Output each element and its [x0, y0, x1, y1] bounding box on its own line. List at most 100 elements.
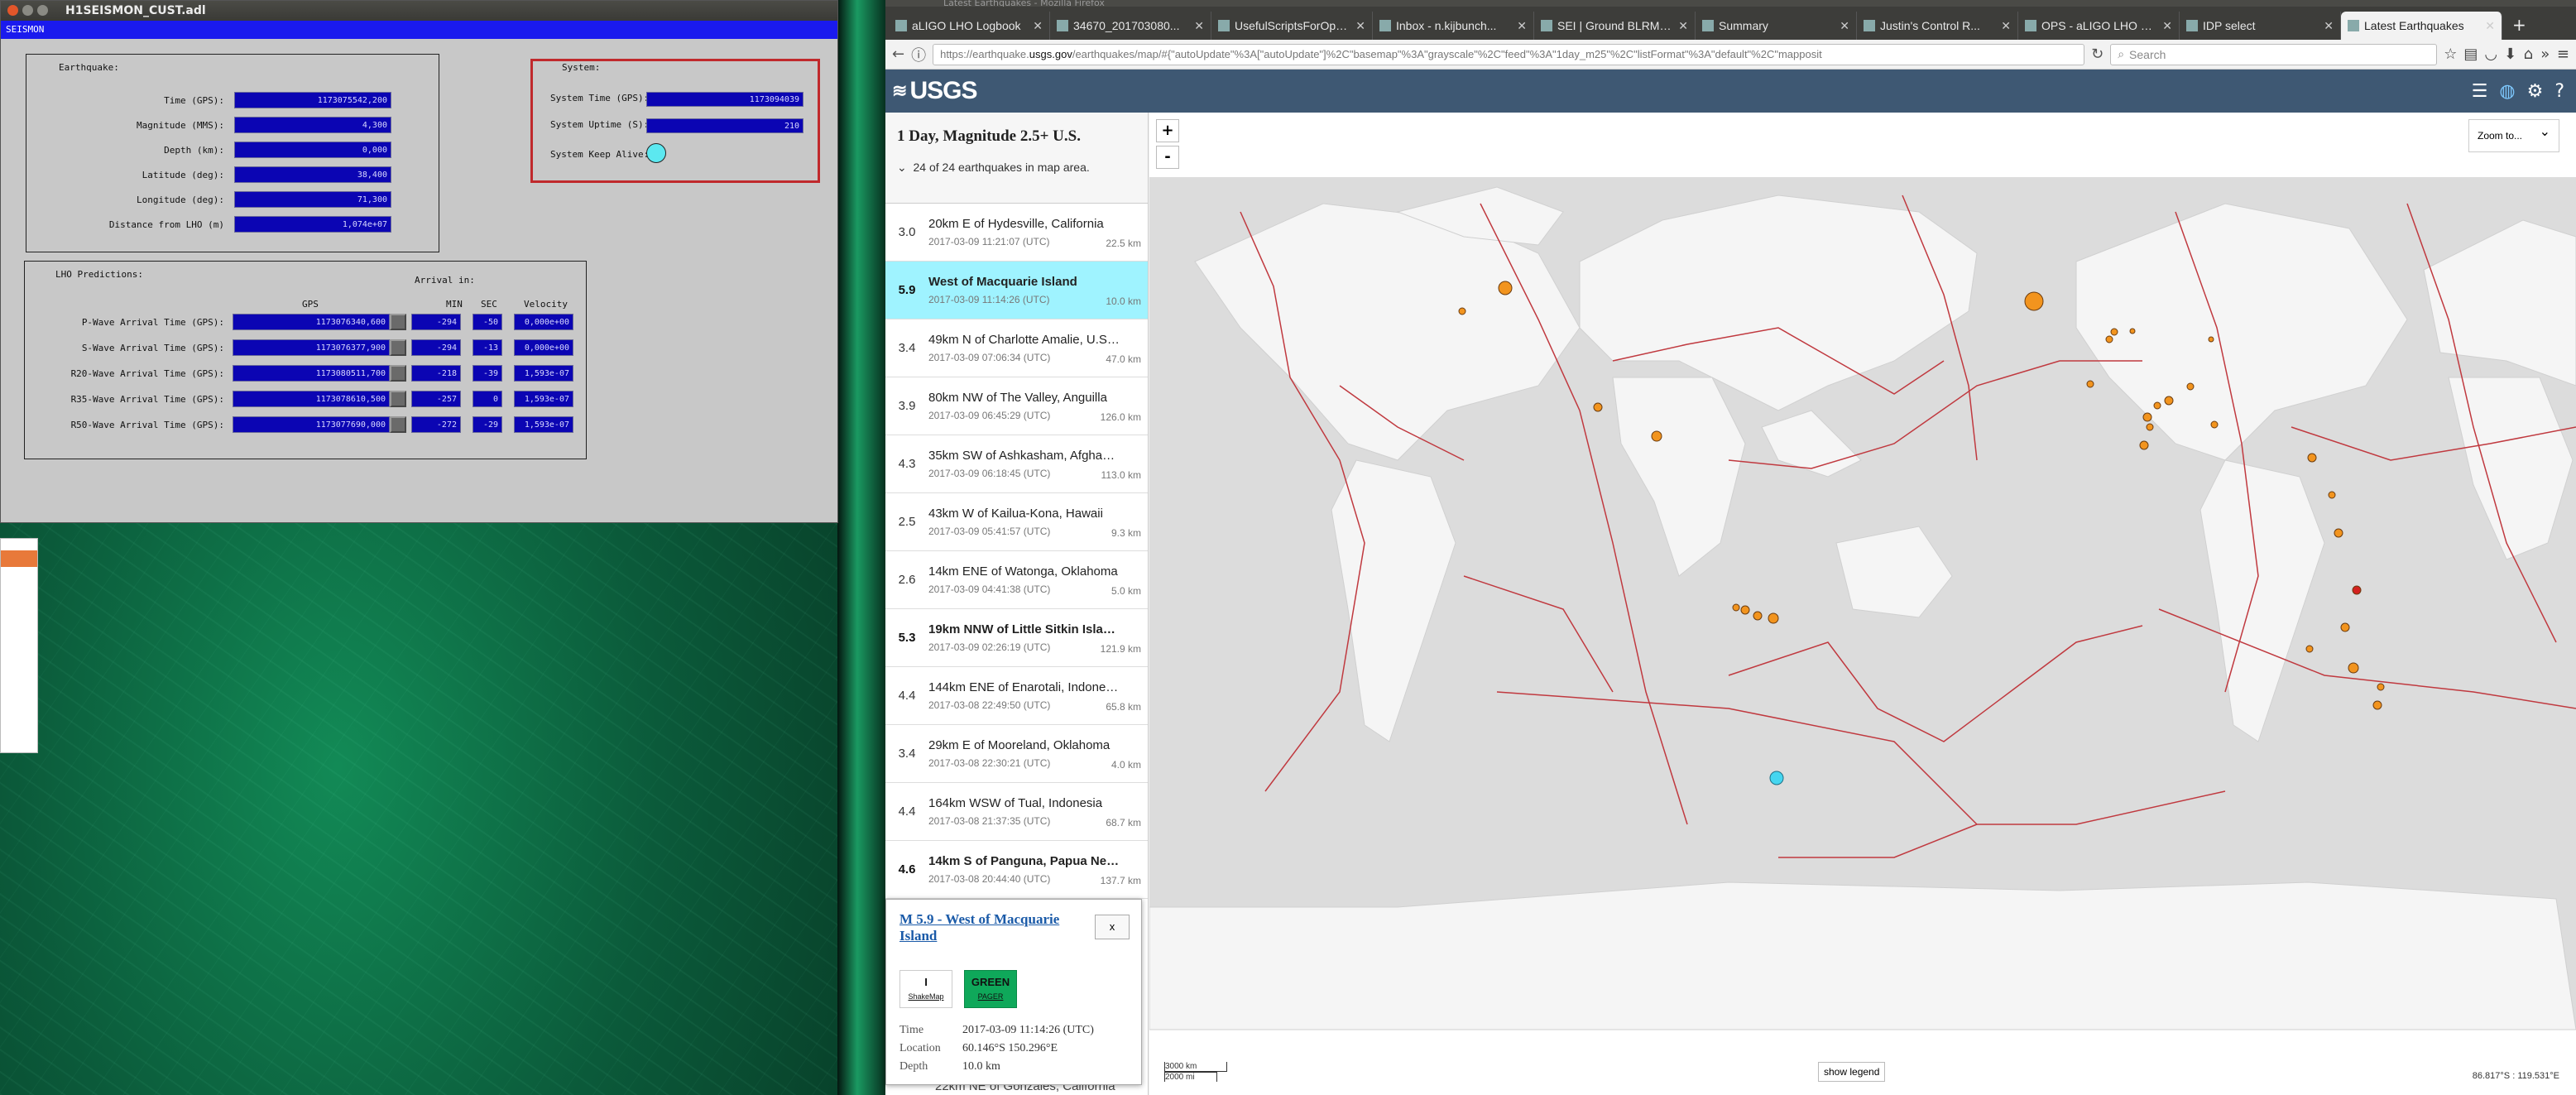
quake-marker[interactable]: [2129, 328, 2136, 334]
tab-close-icon[interactable]: ✕: [1194, 19, 1204, 33]
tab-close-icon[interactable]: ✕: [2001, 19, 2011, 33]
list-item[interactable]: 2.5 43km W of Kailua-Kona, Hawaii 2017-03-…: [885, 493, 1148, 551]
quake-marker[interactable]: [2340, 622, 2350, 632]
list-item[interactable]: 5.9 West of Macquarie Island 2017-03-09 11…: [885, 262, 1148, 319]
quake-marker[interactable]: [1768, 612, 1779, 624]
quake-marker[interactable]: [2208, 336, 2214, 343]
list-item[interactable]: 3.0 20km E of Hydesville, California 2017-…: [885, 204, 1148, 262]
quake-marker[interactable]: [2164, 396, 2174, 406]
show-legend-button[interactable]: show legend: [1818, 1062, 1886, 1082]
pocket-icon[interactable]: ◡: [2484, 46, 2497, 63]
minimize-icon[interactable]: [22, 5, 33, 16]
maximize-icon[interactable]: [37, 5, 48, 16]
quake-marker[interactable]: [1732, 603, 1740, 612]
selected-quake-marker[interactable]: [1769, 771, 1784, 785]
list-item[interactable]: 3.4 49km N of Charlotte Amalie, U.S. Vi..…: [885, 319, 1148, 377]
settings-gear-icon[interactable]: ⚙: [2527, 81, 2544, 102]
quake-marker[interactable]: [2142, 412, 2152, 422]
usgs-logo[interactable]: ≋ USGS: [892, 77, 977, 105]
tab-close-icon[interactable]: ✕: [2485, 19, 2495, 33]
quake-marker[interactable]: [2105, 335, 2113, 343]
overflow-icon[interactable]: »: [2540, 46, 2550, 63]
tab-close-icon[interactable]: ✕: [1678, 19, 1688, 33]
url-bar[interactable]: https://earthquake. usgs.gov/earthquakes/…: [933, 43, 2085, 65]
tab-7[interactable]: OPS - aLIGO LHO CDS ... ✕: [2018, 12, 2180, 40]
background-window[interactable]: [0, 538, 38, 753]
quake-marker[interactable]: [2372, 700, 2382, 710]
quake-marker[interactable]: [2328, 491, 2336, 499]
popup-title-link[interactable]: M 5.9 - West of Macquarie Island: [899, 911, 1090, 944]
list-item[interactable]: 2.6 14km ENE of Watonga, Oklahoma 2017-03-…: [885, 551, 1148, 609]
popup-close-button[interactable]: x: [1095, 915, 1130, 939]
prediction-button[interactable]: [390, 416, 406, 433]
zoom-to-select[interactable]: Zoom to...: [2468, 117, 2559, 152]
zoom-out-button[interactable]: -: [1156, 146, 1179, 169]
tab-4[interactable]: SEI | Ground BLRMS o... ✕: [1534, 12, 1696, 40]
tab-8[interactable]: IDP select ✕: [2180, 12, 2341, 40]
quake-marker[interactable]: [2146, 423, 2154, 431]
medm-titlebar[interactable]: H1SEISMON_CUST.adl: [1, 1, 837, 21]
quake-marker[interactable]: [2348, 662, 2359, 674]
tab-9[interactable]: Latest Earthquakes ✕: [2341, 12, 2502, 40]
quake-marker[interactable]: [2086, 380, 2094, 388]
home-icon[interactable]: ⌂: [2523, 46, 2533, 63]
tab-close-icon[interactable]: ✕: [2324, 19, 2334, 33]
list-item[interactable]: 4.3 35km SW of Ashkasham, Afghanistan 2017…: [885, 435, 1148, 493]
info-icon[interactable]: ⓘ: [911, 44, 926, 65]
tab-5[interactable]: Summary ✕: [1696, 12, 1857, 40]
map-view[interactable]: + - Zoom to... 3000 km2000 mi show legen…: [1149, 113, 2576, 1095]
quake-marker[interactable]: [1593, 402, 1603, 412]
help-icon[interactable]: ?: [2554, 81, 2564, 102]
quake-marker[interactable]: [2186, 382, 2195, 391]
search-box[interactable]: ⌕ Search: [2110, 43, 2438, 65]
quake-marker[interactable]: [2024, 291, 2044, 311]
quake-marker[interactable]: [1753, 611, 1763, 621]
quake-marker[interactable]: [1498, 281, 1513, 295]
quake-marker[interactable]: [1651, 430, 1662, 442]
quake-marker[interactable]: [2307, 453, 2317, 463]
list-icon[interactable]: ☰: [2472, 81, 2488, 102]
close-icon[interactable]: [7, 5, 18, 16]
list-item[interactable]: 3.4 29km E of Mooreland, Oklahoma 2017-03-…: [885, 725, 1148, 783]
quake-marker[interactable]: [1740, 605, 1750, 615]
tab-close-icon[interactable]: ✕: [1840, 19, 1849, 33]
menu-icon[interactable]: ≡: [2557, 46, 2569, 63]
quake-marker[interactable]: [2139, 440, 2149, 450]
quake-marker[interactable]: [2352, 585, 2362, 595]
quake-marker[interactable]: [2377, 683, 2385, 691]
tab-close-icon[interactable]: ✕: [1033, 19, 1043, 33]
zoom-in-button[interactable]: +: [1156, 119, 1179, 142]
tab-0[interactable]: aLIGO LHO Logbook ✕: [889, 12, 1050, 40]
tab-close-icon[interactable]: ✕: [2162, 19, 2172, 33]
reading-list-icon[interactable]: ▤: [2463, 46, 2478, 63]
quake-marker[interactable]: [2153, 401, 2161, 410]
list-item[interactable]: 5.3 19km NNW of Little Sitkin Island,... 2…: [885, 609, 1148, 667]
list-item[interactable]: 4.6 14km S of Panguna, Papua New ... 2017-…: [885, 841, 1148, 899]
medm-menubar[interactable]: SEISMON: [1, 21, 837, 39]
tab-6[interactable]: Justin's Control R... ✕: [1857, 12, 2018, 40]
prediction-button[interactable]: [390, 314, 406, 330]
prediction-button[interactable]: [390, 391, 406, 407]
pager-badge[interactable]: GREEN PAGER: [964, 970, 1017, 1008]
back-icon[interactable]: ←: [892, 46, 904, 63]
world-map[interactable]: [1149, 113, 2576, 1095]
quake-marker[interactable]: [2110, 328, 2118, 336]
tab-close-icon[interactable]: ✕: [1355, 19, 1365, 33]
list-item[interactable]: 4.4 144km ENE of Enarotali, Indonesia 2017…: [885, 667, 1148, 725]
quake-marker[interactable]: [2305, 645, 2314, 653]
list-item[interactable]: 4.4 164km WSW of Tual, Indonesia 2017-03-0…: [885, 783, 1148, 841]
new-tab-button[interactable]: +: [2502, 15, 2536, 40]
quake-marker[interactable]: [1458, 307, 1466, 315]
prediction-button[interactable]: [390, 339, 406, 356]
quake-marker[interactable]: [2334, 528, 2343, 538]
list-count[interactable]: ⌄ 24 of 24 earthquakes in map area.: [897, 161, 1136, 175]
tab-3[interactable]: Inbox - n.kijbunch... ✕: [1373, 12, 1534, 40]
firefox-titlebar[interactable]: Latest Earthquakes - Mozilla Firefox: [885, 0, 2576, 7]
shakemap-badge[interactable]: I ShakeMap: [899, 970, 952, 1008]
tab-1[interactable]: 34670_201703080... ✕: [1050, 12, 1211, 40]
tab-2[interactable]: UsefulScriptsForOpe... ✕: [1211, 12, 1373, 40]
prediction-button[interactable]: [390, 365, 406, 382]
bookmark-star-icon[interactable]: ☆: [2444, 46, 2457, 63]
tab-close-icon[interactable]: ✕: [1517, 19, 1527, 33]
reload-icon[interactable]: ↻: [2091, 46, 2103, 63]
